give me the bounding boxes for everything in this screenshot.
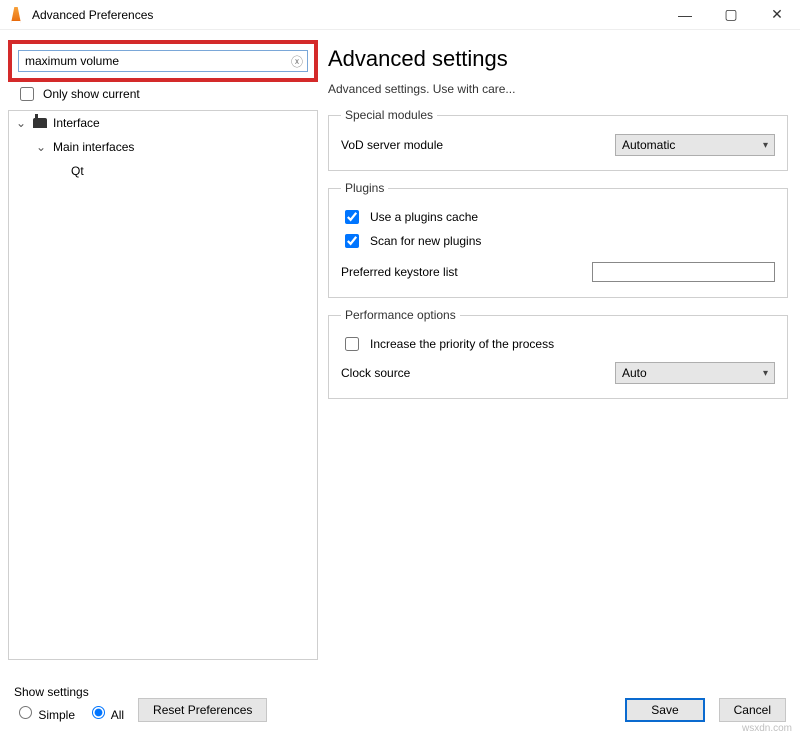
plugins-cache-checkbox[interactable] bbox=[345, 210, 359, 224]
only-show-current[interactable]: Only show current bbox=[8, 82, 318, 110]
priority-checkbox[interactable] bbox=[345, 337, 359, 351]
vod-combo[interactable]: Automatic ▾ bbox=[615, 134, 775, 156]
search-input[interactable] bbox=[23, 54, 291, 68]
scan-plugins-label: Scan for new plugins bbox=[370, 234, 481, 248]
vod-value: Automatic bbox=[622, 138, 675, 152]
tree-item-main-interfaces[interactable]: ⌄ Main interfaces bbox=[9, 135, 317, 159]
legend-performance: Performance options bbox=[341, 308, 460, 322]
settings-panel: Advanced settings Advanced settings. Use… bbox=[328, 36, 792, 660]
priority-label: Increase the priority of the process bbox=[370, 337, 554, 351]
scan-plugins-checkbox[interactable] bbox=[345, 234, 359, 248]
window-buttons: — ▢ ✕ bbox=[662, 0, 800, 30]
clock-combo[interactable]: Auto ▾ bbox=[615, 362, 775, 384]
interface-icon bbox=[33, 118, 47, 128]
save-button[interactable]: Save bbox=[625, 698, 704, 722]
only-show-current-label: Only show current bbox=[43, 87, 140, 101]
keystore-label: Preferred keystore list bbox=[341, 265, 531, 279]
page-subtitle: Advanced settings. Use with care... bbox=[328, 82, 788, 96]
radio-simple-input[interactable] bbox=[19, 706, 32, 719]
search-highlight: ⓧ bbox=[8, 40, 318, 82]
keystore-input[interactable] bbox=[592, 262, 775, 282]
plugins-cache-row[interactable]: Use a plugins cache bbox=[341, 205, 775, 229]
maximize-button[interactable]: ▢ bbox=[708, 0, 754, 30]
scan-plugins-row[interactable]: Scan for new plugins bbox=[341, 229, 775, 253]
radio-all-input[interactable] bbox=[92, 706, 105, 719]
priority-row[interactable]: Increase the priority of the process bbox=[341, 332, 775, 356]
only-show-current-checkbox[interactable] bbox=[20, 87, 34, 101]
window-title: Advanced Preferences bbox=[32, 8, 153, 22]
titlebar: Advanced Preferences — ▢ ✕ bbox=[0, 0, 800, 30]
sidebar: ⓧ Only show current ⌄ Interface ⌄ Main i… bbox=[8, 36, 318, 660]
tree-label: Main interfaces bbox=[53, 140, 134, 154]
radio-all[interactable]: All bbox=[87, 703, 124, 722]
chevron-down-icon[interactable]: ⌄ bbox=[15, 116, 27, 130]
tree-label: Qt bbox=[71, 164, 84, 178]
clock-label: Clock source bbox=[341, 366, 531, 380]
show-settings-label: Show settings bbox=[14, 685, 124, 699]
group-performance: Performance options Increase the priorit… bbox=[328, 308, 788, 399]
page-title: Advanced settings bbox=[328, 46, 788, 72]
clear-search-icon[interactable]: ⓧ bbox=[291, 53, 303, 70]
minimize-button[interactable]: — bbox=[662, 0, 708, 30]
group-plugins: Plugins Use a plugins cache Scan for new… bbox=[328, 181, 788, 298]
radio-simple[interactable]: Simple bbox=[14, 703, 75, 722]
clock-value: Auto bbox=[622, 366, 647, 380]
legend-special-modules: Special modules bbox=[341, 108, 437, 122]
tree-item-interface[interactable]: ⌄ Interface bbox=[9, 111, 317, 135]
show-settings-group: Show settings Simple All bbox=[14, 685, 124, 722]
group-special-modules: Special modules VoD server module Automa… bbox=[328, 108, 788, 171]
legend-plugins: Plugins bbox=[341, 181, 388, 195]
chevron-down-icon: ▾ bbox=[763, 368, 768, 379]
settings-tree[interactable]: ⌄ Interface ⌄ Main interfaces Qt bbox=[8, 110, 318, 660]
reset-preferences-button[interactable]: Reset Preferences bbox=[138, 698, 267, 722]
plugins-cache-label: Use a plugins cache bbox=[370, 210, 478, 224]
tree-label: Interface bbox=[53, 116, 100, 130]
vod-label: VoD server module bbox=[341, 138, 531, 152]
footer: Show settings Simple All Reset Preferenc… bbox=[0, 679, 800, 736]
cancel-button[interactable]: Cancel bbox=[719, 698, 786, 722]
close-button[interactable]: ✕ bbox=[754, 0, 800, 30]
chevron-down-icon[interactable]: ⌄ bbox=[35, 140, 47, 154]
vlc-icon bbox=[8, 7, 24, 23]
watermark: wsxdn.com bbox=[742, 723, 792, 734]
search-box[interactable]: ⓧ bbox=[18, 50, 308, 72]
chevron-down-icon: ▾ bbox=[763, 140, 768, 151]
tree-item-qt[interactable]: Qt bbox=[9, 159, 317, 183]
